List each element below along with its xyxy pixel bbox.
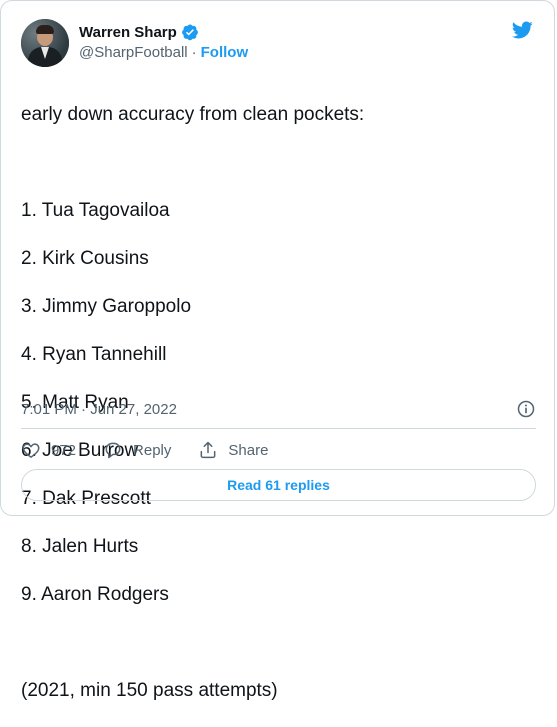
separator-dot: · <box>191 44 197 61</box>
like-count: 972 <box>51 441 77 459</box>
author-handle[interactable]: @SharpFootball <box>79 44 188 61</box>
follow-button[interactable]: Follow <box>201 44 249 61</box>
tweet-line: (2021, min 150 pass attempts) <box>21 680 278 701</box>
tweet-line: 8. Jalen Hurts <box>21 536 139 557</box>
tweet-line: early down accuracy from clean pockets: <box>21 104 365 125</box>
read-replies-button[interactable]: Read 61 replies <box>21 469 536 501</box>
timestamp-row: 7:01 PM · Jun 27, 2022 <box>21 399 536 419</box>
author-name-row: Warren Sharp <box>79 23 199 41</box>
tweet-line: 1. Tua Tagovailoa <box>21 200 170 221</box>
share-button[interactable]: Share <box>198 440 268 460</box>
share-icon <box>200 441 216 459</box>
tweet-line: 9. Aaron Rodgers <box>21 584 169 605</box>
tweet-line: 3. Jimmy Garoppolo <box>21 296 192 317</box>
author-handle-row: @SharpFootball · Follow <box>79 44 248 61</box>
twitter-bird-icon[interactable] <box>510 19 534 41</box>
reply-icon <box>105 442 121 459</box>
timestamp-link[interactable]: 7:01 PM · Jun 27, 2022 <box>21 401 177 418</box>
like-button[interactable]: 972 <box>21 440 76 460</box>
tweet-line <box>21 151 536 175</box>
tweet-line: 4. Ryan Tannehill <box>21 344 167 365</box>
heart-icon <box>22 443 40 458</box>
tweet-card: Warren Sharp @SharpFootball · Follow early… <box>0 0 555 701</box>
avatar[interactable] <box>21 19 69 67</box>
action-bar: 972 Reply Share <box>21 439 295 461</box>
verified-badge-icon <box>181 24 198 41</box>
tweet-line: 2. Kirk Cousins <box>21 248 149 269</box>
author-name[interactable]: Warren Sharp <box>79 24 177 41</box>
divider <box>21 428 536 429</box>
reply-label: Reply <box>133 441 172 459</box>
info-icon[interactable] <box>516 399 536 419</box>
tweet-line <box>21 631 536 655</box>
share-label: Share <box>228 441 269 459</box>
reply-button[interactable]: Reply <box>103 440 171 460</box>
